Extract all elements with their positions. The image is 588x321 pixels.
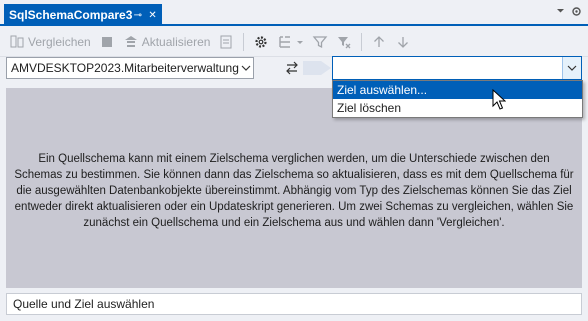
stop-icon (99, 34, 115, 50)
toolbar-separator (361, 33, 363, 51)
previous-change-button[interactable] (368, 31, 390, 53)
close-icon[interactable]: ✕ (147, 8, 158, 22)
compare-icon (9, 34, 25, 50)
script-icon (218, 34, 234, 50)
status-text: Quelle und Ziel auswählen (13, 297, 155, 311)
source-schema-combobox[interactable]: AMVDESKTOP2023.Mitarbeiterverwaltung (6, 57, 254, 79)
source-schema-value: AMVDESKTOP2023.Mitarbeiterverwaltung (11, 61, 239, 75)
toolbar-separator (243, 33, 245, 51)
tab-strip-controls (556, 6, 582, 20)
settings-icon[interactable] (571, 6, 582, 20)
filter-button[interactable] (309, 31, 331, 53)
chevron-down-icon[interactable] (239, 58, 253, 78)
stop-button[interactable] (96, 31, 118, 53)
swap-icon[interactable] (283, 60, 301, 76)
filter-clear-icon (336, 34, 352, 50)
gear-icon (253, 34, 269, 50)
compare-button[interactable]: Vergleichen (6, 31, 94, 53)
tab-title: SqlSchemaCompare3 (9, 8, 133, 22)
dropdown-icon[interactable] (556, 6, 565, 20)
group-icon (277, 34, 293, 50)
main-panel: Ein Quellschema kann mit einem Zielschem… (6, 88, 582, 288)
arrow-up-icon (371, 34, 387, 50)
options-button[interactable] (250, 31, 272, 53)
status-bar: Quelle und Ziel auswählen (6, 293, 582, 315)
pin-icon[interactable]: ⊸ (132, 8, 143, 22)
tab-sqlschemacompare[interactable]: SqlSchemaCompare3 ⊸ ✕ (4, 4, 162, 26)
option-select-target[interactable]: Ziel auswählen... (333, 81, 582, 99)
option-clear-target[interactable]: Ziel löschen (333, 99, 582, 117)
group-results-button[interactable] (274, 31, 307, 53)
target-schema-combobox[interactable] (332, 56, 582, 80)
generate-script-button[interactable] (215, 31, 237, 53)
next-change-button[interactable] (392, 31, 414, 53)
chevron-down-icon (296, 34, 304, 50)
mouse-cursor-icon (492, 89, 506, 110)
arrow-down-icon (395, 34, 411, 50)
update-button[interactable]: Aktualisieren (120, 31, 214, 53)
target-dropdown-list: Ziel auswählen... Ziel löschen (332, 80, 583, 118)
update-label: Aktualisieren (141, 35, 211, 49)
filter-icon (312, 34, 328, 50)
clear-filter-button[interactable] (333, 31, 355, 53)
document-tab-strip: SqlSchemaCompare3 ⊸ ✕ (0, 0, 588, 26)
direction-arrow-icon (303, 61, 331, 75)
update-icon (123, 34, 139, 50)
chevron-down-icon[interactable] (562, 57, 581, 79)
info-text: Ein Quellschema kann mit einem Zielschem… (14, 153, 574, 229)
compare-label: Vergleichen (28, 35, 91, 49)
toolbar: Vergleichen Aktualisieren (0, 28, 588, 57)
